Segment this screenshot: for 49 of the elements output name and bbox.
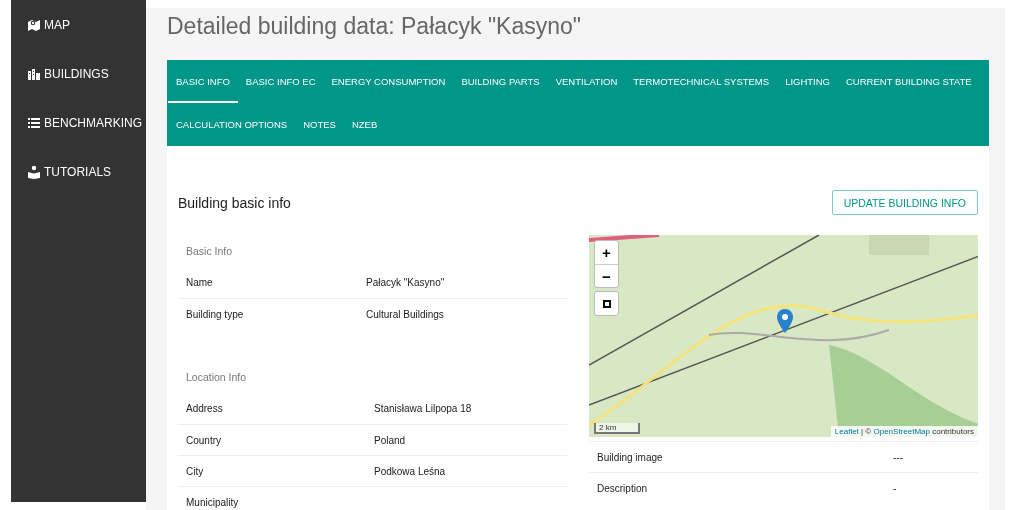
sidebar-item[interactable]: MAP: [11, 0, 146, 49]
attribution-link[interactable]: OpenStreetMap: [873, 427, 930, 436]
tab[interactable]: BASIC INFO EC: [237, 60, 324, 103]
attribution-text: | ©: [860, 427, 873, 436]
field-label: Municipality: [186, 496, 240, 508]
zoom-in-button[interactable]: +: [595, 241, 618, 264]
page-title: Detailed building data: Pałacyk "Kasyno": [167, 11, 582, 41]
fullscreen-button[interactable]: [594, 291, 619, 316]
map-icon: [27, 17, 41, 32]
field-label: City: [186, 465, 205, 477]
tab[interactable]: ENERGY CONSUMPTION: [323, 60, 454, 103]
field-value: ---: [893, 451, 904, 463]
square-icon: [602, 299, 611, 308]
field-value: -: [893, 482, 898, 494]
sidebar-item[interactable]: TUTORIALS: [11, 147, 146, 196]
card-title: Building basic info: [178, 194, 291, 211]
map-scale: 2 km: [594, 423, 641, 434]
sidebar-item[interactable]: BUILDINGS: [11, 49, 146, 98]
tab[interactable]: CALCULATION OPTIONS: [168, 103, 296, 146]
sidebar-item[interactable]: BENCHMARKING: [11, 98, 146, 147]
tab[interactable]: CURRENT BUILDING STATE: [838, 60, 980, 103]
field-value: Cultural Buildings: [366, 308, 445, 320]
map-marker-icon: [777, 309, 793, 333]
field-label: Name: [186, 277, 214, 288]
person-book-icon: [27, 164, 41, 179]
field-value: Stanisława Lilpopa 18: [374, 403, 473, 414]
buildings-icon: [27, 66, 41, 81]
field-label: Building image: [597, 451, 664, 463]
tab[interactable]: NZEB: [343, 103, 386, 146]
field-label: Address: [186, 403, 224, 414]
zoom-out-button[interactable]: −: [595, 264, 618, 287]
field-label: Country: [186, 434, 222, 446]
field-label: Description: [597, 482, 649, 494]
tab[interactable]: BUILDING PARTS: [453, 60, 548, 103]
field-value: Poland: [374, 434, 407, 446]
tab[interactable]: BASIC INFO: [168, 60, 238, 103]
attribution-link[interactable]: Leaflet: [834, 427, 859, 436]
tab[interactable]: NOTES: [295, 103, 344, 146]
update-building-info-button[interactable]: UPDATE BUILDING INFO: [831, 190, 978, 215]
field-value: Pałacyk "Kasyno": [366, 277, 446, 288]
section-heading: Basic Info: [185, 244, 234, 259]
field-value: Podkowa Leśna: [374, 465, 447, 477]
section-heading: Location Info: [185, 370, 248, 385]
tab[interactable]: TERMOTECHNICAL SYSTEMS: [625, 60, 778, 103]
field-label: Building type: [186, 308, 245, 320]
tab[interactable]: LIGHTING: [777, 60, 838, 103]
list-icon: [27, 115, 41, 130]
attribution-text: contributors: [931, 427, 974, 436]
tab[interactable]: VENTILATION: [547, 60, 626, 103]
